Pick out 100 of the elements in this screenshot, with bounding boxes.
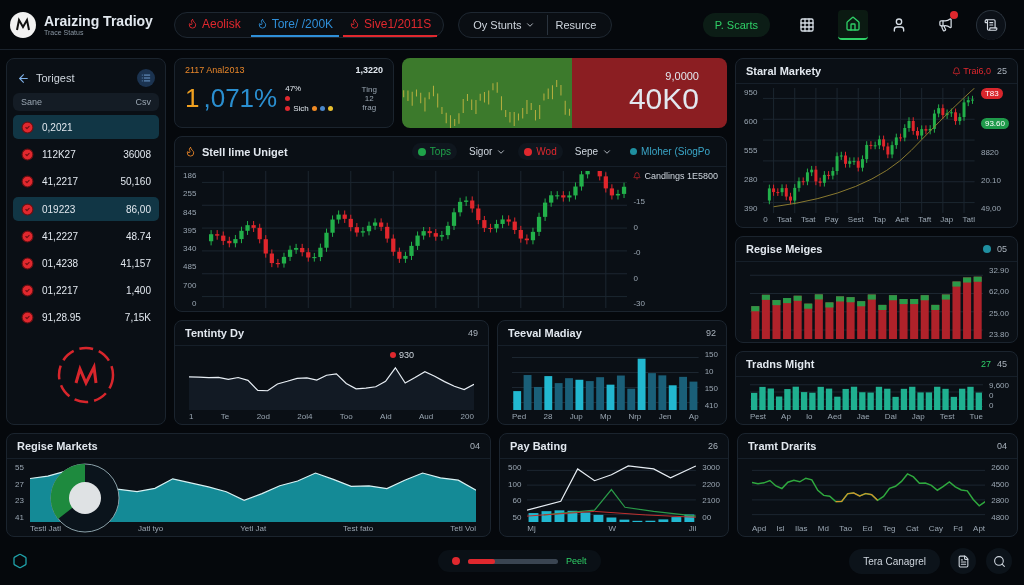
item-name: 01,4238 [42,258,80,269]
search-icon [992,554,1006,568]
axis-label: Testl Jatl [29,524,62,533]
item-value: 86,00 [125,203,151,215]
axis-label: Apt [973,524,986,533]
panel-title: Pay Bating [510,440,568,452]
bar [973,276,982,339]
axis-label: 55 [15,463,24,472]
axis-label: 600 [744,117,758,126]
item-name: 112K27 [42,149,77,160]
legend-toggle[interactable]: Wod [518,143,563,160]
bar [846,297,855,339]
axis-label: 340 [183,244,197,254]
item-value: 48.74 [125,231,151,242]
menu-button[interactable] [137,69,155,87]
item-value: 1,400 [125,285,151,296]
axis-label: Tsat [777,215,792,224]
bar [963,277,972,339]
sidebar-item[interactable]: 41,2227 48.74 [13,225,159,248]
bar [814,294,823,339]
panel-title: Staral Markety [746,65,823,77]
axis-label: Jen [658,412,672,421]
chart-note: Candlings 1E5800 [633,171,718,181]
menu-item[interactable]: Resurce [546,14,605,35]
panel-count: 45 [997,359,1007,369]
item-value: 7,15K [124,312,151,323]
panel-title: Teeval Madiay [508,327,583,339]
toolbar-button[interactable] [976,9,1006,40]
axis-label: Isl [776,524,785,533]
toolbar-button[interactable] [838,9,868,40]
bar [684,514,695,522]
axis-label: 49,00 [980,204,1001,213]
axis-label: 845 [183,207,197,217]
axis-label: W [608,524,616,533]
bar [593,514,604,522]
check-icon [21,311,34,324]
axis-label: Cay [928,524,943,533]
sidebar-item[interactable]: 01,2217 1,400 [13,279,159,302]
legend-toggle[interactable]: Tops [411,143,457,160]
sidebar-item[interactable]: 112K27 36008 [13,143,159,166]
axis-label: 186 [183,171,197,180]
link[interactable]: Mloher (SiogPo [624,143,716,160]
search-button[interactable] [986,548,1012,574]
bar [679,376,688,410]
panel-count: 25 [997,66,1007,76]
axis-label: Tetl Vol [450,524,476,533]
nav-tab[interactable]: Sive1/2011S [343,12,438,37]
price-tag: 93.60 [980,118,1009,129]
axis-label: Te [220,412,230,421]
bell-icon [952,66,962,76]
axis-label: 50 [512,512,522,522]
bar [878,304,887,339]
app-title: Araizing Tradioy [44,13,153,29]
bar [554,383,563,410]
panel-title: Stell lime Uniget [202,145,289,158]
value-lead: 1 [185,82,200,114]
bar [804,303,813,339]
axis-label: 8820 [980,148,999,157]
axis-label: Pest [750,412,766,421]
bar [658,375,667,410]
axis-label: 150 [704,384,718,393]
axis-label: 950 [744,88,758,97]
dropdown-menu[interactable]: Oy Stunts [465,14,543,35]
axis-label: Aelt [895,215,909,224]
sidebar-item[interactable]: 41,2217 50,160 [13,170,159,193]
flame-icon [349,18,361,29]
sidebar-item[interactable]: 91,28.95 7,15K [13,306,159,329]
axis-label: 25.00 [988,308,1009,318]
sidebar-item[interactable]: 019223 86,00 [13,197,159,221]
document-button[interactable] [950,548,976,574]
status-label: Trai6,0 [952,66,991,76]
bar [671,517,682,522]
sidebar-item[interactable]: 01,4238 41,157 [13,252,159,275]
nav-tab[interactable]: Tore/ /200K [250,12,340,37]
axis-label: -0 [633,248,641,258]
action-button[interactable]: P. Scarts [702,12,770,37]
nav-tab[interactable]: Aeolisk [181,12,247,37]
item-name: 41,2227 [42,231,80,242]
dropdown-menu[interactable]: Sepe [568,143,619,160]
axis-label: -30 [633,298,645,308]
bar [920,295,929,339]
back-arrow-icon[interactable] [17,71,30,85]
megaphone-icon [937,17,953,32]
item-value: 50,160 [120,176,151,187]
item-value: 41,157 [120,258,151,269]
axis-label: Tsat [800,215,816,224]
logo-drawing [56,344,116,405]
check-icon [21,257,34,270]
bar [575,379,584,410]
hexagon-icon[interactable] [12,553,28,569]
axis-label: 150 [704,350,718,359]
dropdown-menu[interactable]: Sigor [462,143,513,160]
item-value: 36008 [123,149,151,160]
axis-label: 2ol4 [297,412,313,421]
bar [783,298,792,339]
axis-label: 2800 [991,496,1009,506]
sidebar-item[interactable]: 0,2021 [13,115,159,139]
axis-label: Jup [569,412,583,421]
side-value: frag [362,102,377,112]
footer-button[interactable]: Tera Canagrel [849,548,940,574]
